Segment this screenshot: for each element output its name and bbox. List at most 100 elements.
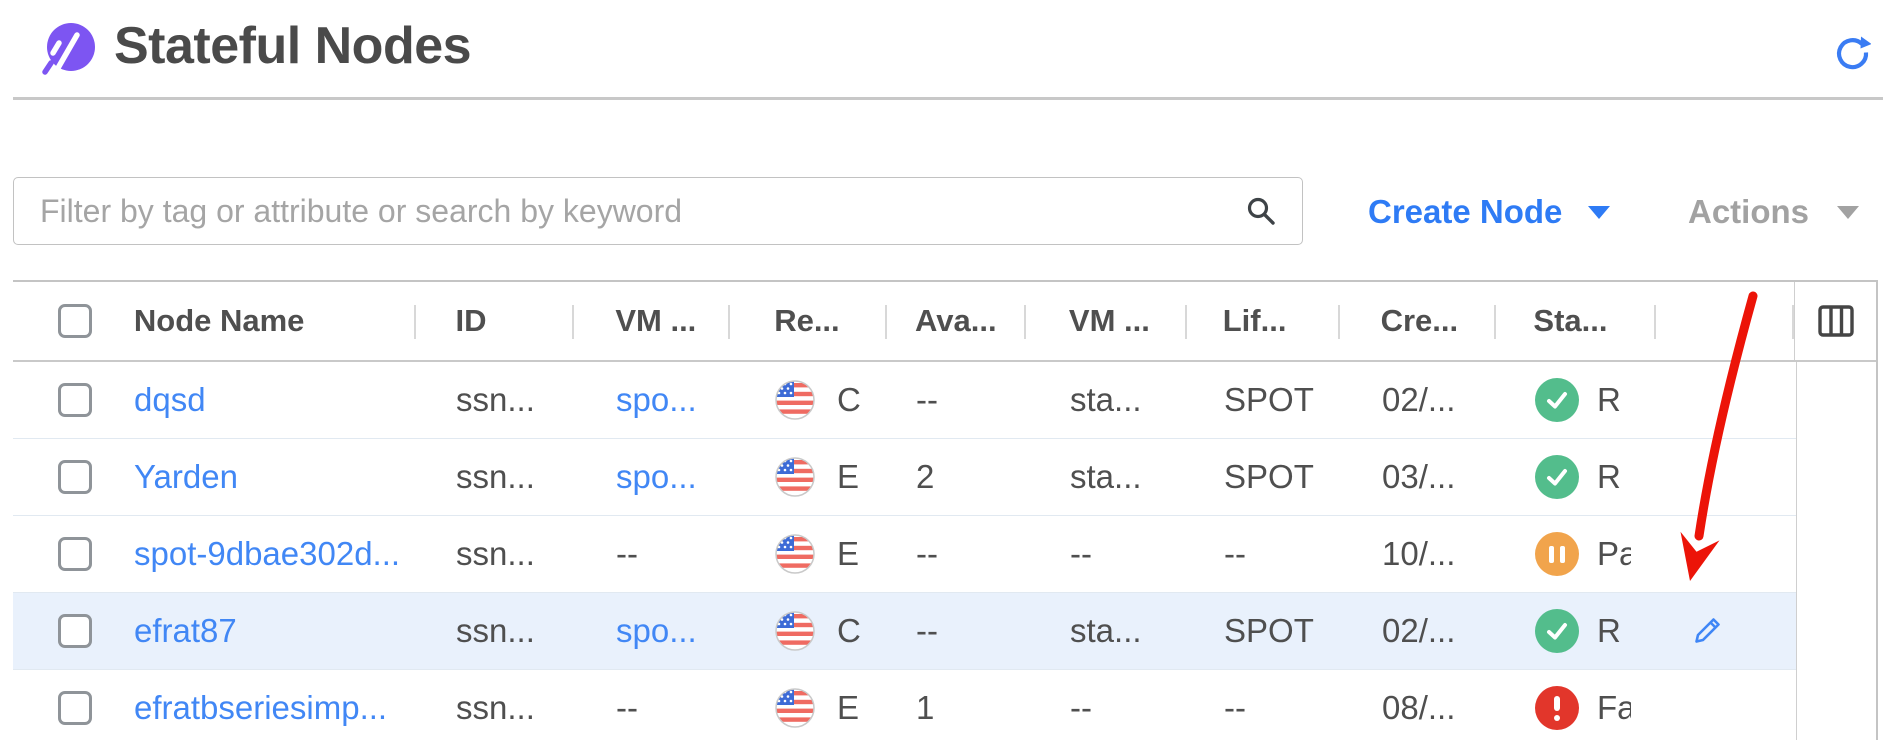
availability-zone: -- bbox=[916, 535, 938, 573]
table-row[interactable]: spot-9dbae302d... ssn... -- bbox=[13, 516, 1876, 593]
column-header-region[interactable]: Re... bbox=[730, 282, 887, 360]
filter-input[interactable] bbox=[13, 177, 1303, 245]
node-name-link[interactable]: efratbseriesimp... bbox=[134, 689, 387, 727]
actions-button[interactable]: Actions bbox=[1688, 188, 1859, 236]
edit-node-button[interactable] bbox=[1691, 614, 1725, 648]
column-picker-icon[interactable] bbox=[1818, 305, 1854, 337]
status-label: R bbox=[1597, 381, 1621, 419]
pinned-column-cell bbox=[1796, 439, 1876, 516]
vm-name: sta... bbox=[1070, 612, 1142, 650]
filter-bar bbox=[13, 177, 1303, 245]
pencil-icon bbox=[1692, 614, 1724, 646]
status-badge bbox=[1535, 609, 1579, 653]
pinned-column-cell bbox=[1796, 670, 1876, 740]
created-at: 02/... bbox=[1341, 593, 1498, 669]
column-header-lifecycle[interactable]: Lif... bbox=[1187, 282, 1340, 360]
stateful-nodes-page: Stateful Nodes Create Node Actions Node … bbox=[0, 0, 1904, 740]
vm-name: sta... bbox=[1070, 458, 1142, 496]
node-id: ssn... bbox=[456, 689, 535, 727]
column-header-id[interactable]: ID bbox=[416, 282, 575, 360]
vm-link: -- bbox=[616, 535, 638, 573]
node-name-link[interactable]: spot-9dbae302d... bbox=[134, 535, 400, 573]
create-node-button[interactable]: Create Node bbox=[1368, 188, 1610, 236]
pinned-column-cell bbox=[1796, 593, 1876, 670]
us-flag-icon bbox=[775, 457, 815, 497]
availability-zone: -- bbox=[916, 612, 938, 650]
column-header-node-name[interactable]: Node Name bbox=[110, 282, 416, 360]
table-header-row: Node Name ID VM ... Re... Ava... VM ... … bbox=[13, 282, 1876, 362]
created-at: 08/... bbox=[1341, 670, 1498, 740]
created-at: 03/... bbox=[1341, 439, 1498, 515]
status-label: R bbox=[1597, 458, 1621, 496]
node-id: ssn... bbox=[456, 381, 535, 419]
check-icon bbox=[1543, 463, 1571, 491]
row-checkbox[interactable] bbox=[58, 460, 92, 494]
region-letter: C bbox=[837, 612, 861, 650]
exclamation-icon bbox=[1554, 696, 1560, 721]
table-row[interactable]: dqsd ssn... spo... bbox=[13, 362, 1876, 439]
check-icon bbox=[1543, 617, 1571, 645]
column-header-vm-name[interactable]: VM ... bbox=[1026, 282, 1187, 360]
pause-icon bbox=[1549, 546, 1565, 563]
availability-zone: -- bbox=[916, 381, 938, 419]
created-at: 10/... bbox=[1341, 516, 1498, 592]
vm-link[interactable]: spo... bbox=[616, 612, 697, 650]
table-row[interactable]: efrat87 ssn... spo... bbox=[13, 593, 1876, 670]
chevron-down-icon bbox=[1837, 206, 1859, 219]
status-label: Pa bbox=[1597, 535, 1631, 573]
create-node-label: Create Node bbox=[1368, 193, 1562, 231]
region-letter: E bbox=[837, 689, 859, 727]
column-header-actions bbox=[1656, 282, 1794, 360]
vm-link[interactable]: spo... bbox=[616, 458, 697, 496]
status-badge bbox=[1535, 455, 1579, 499]
lifecycle: SPOT bbox=[1224, 458, 1314, 496]
us-flag-icon bbox=[775, 380, 815, 420]
row-checkbox[interactable] bbox=[58, 614, 92, 648]
table-body: dqsd ssn... spo... bbox=[13, 362, 1876, 740]
column-header-created[interactable]: Cre... bbox=[1340, 282, 1497, 360]
node-id: ssn... bbox=[456, 612, 535, 650]
refresh-icon bbox=[1833, 34, 1871, 72]
status-label: R bbox=[1597, 612, 1621, 650]
table-row[interactable]: Yarden ssn... spo... bbox=[13, 439, 1876, 516]
search-icon bbox=[1245, 195, 1277, 227]
row-checkbox[interactable] bbox=[58, 691, 92, 725]
region-letter: C bbox=[837, 381, 861, 419]
pinned-column-cell bbox=[1796, 516, 1876, 593]
column-header-status[interactable]: Sta... bbox=[1496, 282, 1656, 360]
table-row[interactable]: efratbseriesimp... ssn... -- bbox=[13, 670, 1876, 740]
row-checkbox[interactable] bbox=[58, 383, 92, 417]
lifecycle: -- bbox=[1224, 535, 1246, 573]
region-letter: E bbox=[837, 458, 859, 496]
header-divider bbox=[13, 97, 1883, 100]
us-flag-icon bbox=[775, 688, 815, 728]
vm-link: -- bbox=[616, 689, 638, 727]
column-header-vm[interactable]: VM ... bbox=[574, 282, 730, 360]
row-checkbox[interactable] bbox=[58, 537, 92, 571]
node-name-link[interactable]: dqsd bbox=[134, 381, 206, 419]
node-name-link[interactable]: Yarden bbox=[134, 458, 238, 496]
status-badge bbox=[1535, 686, 1579, 730]
node-id: ssn... bbox=[456, 535, 535, 573]
node-id: ssn... bbox=[456, 458, 535, 496]
status-badge bbox=[1535, 378, 1579, 422]
lifecycle: -- bbox=[1224, 689, 1246, 727]
status-badge bbox=[1535, 532, 1579, 576]
vm-name: -- bbox=[1070, 535, 1092, 573]
spot-logo-icon bbox=[42, 22, 96, 76]
vm-name: -- bbox=[1070, 689, 1092, 727]
us-flag-icon bbox=[775, 611, 815, 651]
nodes-table: Node Name ID VM ... Re... Ava... VM ... … bbox=[13, 280, 1878, 740]
vm-link[interactable]: spo... bbox=[616, 381, 697, 419]
column-header-availability[interactable]: Ava... bbox=[887, 282, 1026, 360]
lifecycle: SPOT bbox=[1224, 612, 1314, 650]
availability-zone: 1 bbox=[916, 689, 934, 727]
vm-name: sta... bbox=[1070, 381, 1142, 419]
pinned-column-cell bbox=[1796, 362, 1876, 439]
check-icon bbox=[1543, 386, 1571, 414]
status-label: Fa bbox=[1597, 689, 1631, 727]
page-title: Stateful Nodes bbox=[114, 16, 471, 76]
refresh-button[interactable] bbox=[1832, 34, 1872, 74]
select-all-checkbox[interactable] bbox=[58, 304, 92, 338]
node-name-link[interactable]: efrat87 bbox=[134, 612, 237, 650]
